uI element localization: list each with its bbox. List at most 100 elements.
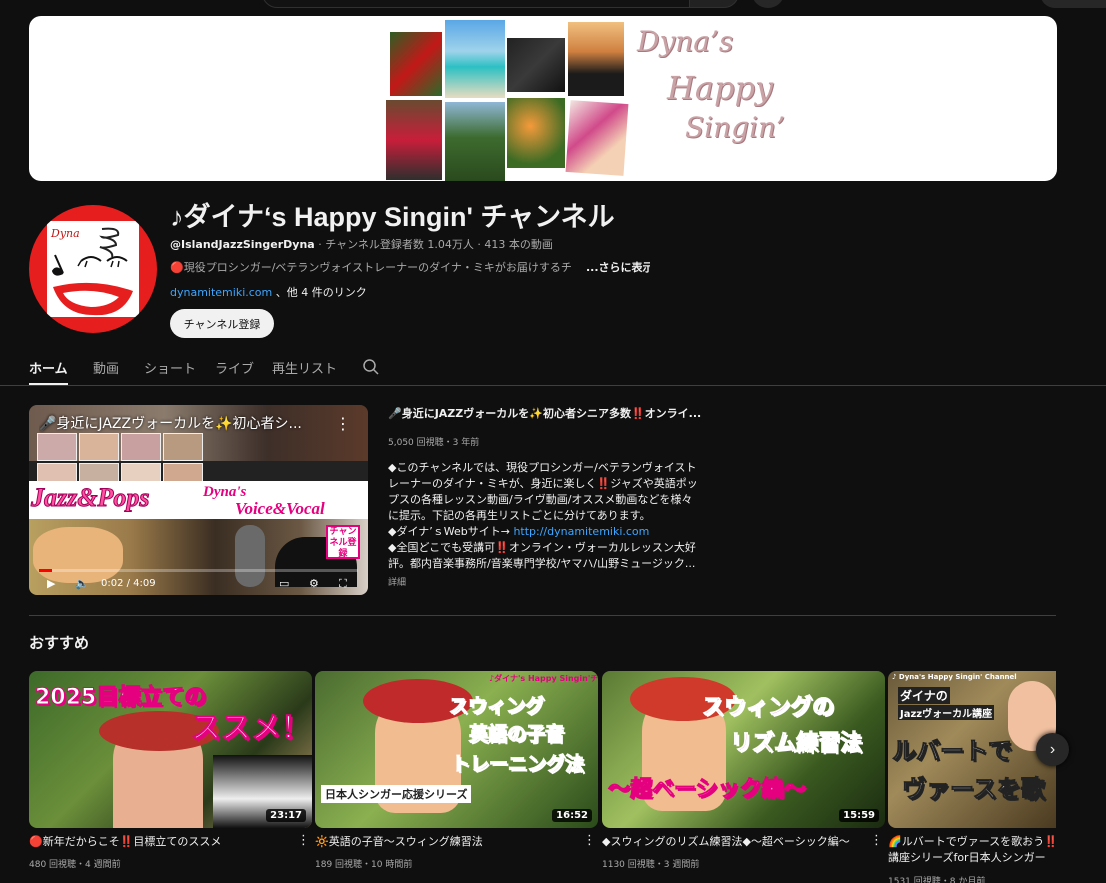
channel-tabs: ホーム 動画 ショート ライブ 再生リスト <box>0 346 1106 386</box>
voice-search-button[interactable] <box>752 0 784 8</box>
channel-banner: Dyna’s Happy Singin’ <box>29 16 1057 181</box>
search-icon[interactable] <box>362 358 380 376</box>
thumb-caption: ♪ Dyna's Happy Singin' Channel <box>892 673 1017 681</box>
video-title[interactable]: ◆スウィングのリズム練習法◆〜超ベーシック編〜 <box>602 834 867 850</box>
video-title-line: 講座シリーズfor日本人シンガー <box>888 851 1046 864</box>
show-more-link[interactable]: ...さらに表示 <box>584 259 650 275</box>
tab-videos[interactable]: 動画 <box>93 358 119 377</box>
thumb-caption: 2025目標立ての <box>34 685 207 711</box>
thumb-caption: ヴァースを歌 <box>902 775 1046 804</box>
video-thumbnail[interactable]: 2025目標立ての ススメ！ 23:17 <box>29 671 312 828</box>
player-more-icon[interactable]: ⋮ <box>335 414 351 433</box>
banner-photo <box>507 98 565 168</box>
video-thumbnail[interactable]: ♪ダイナ's Happy Singin'チャンネル スウィング 英語の子音 トレ… <box>315 671 598 828</box>
video-thumbnail[interactable]: ♪ Dyna's Happy Singin' Channel ダイナの Jazz… <box>888 671 1056 828</box>
featured-video-title[interactable]: 🎤身近にJAZZヴォーカルを✨初心者シニア多数‼️オンライ... <box>388 405 708 421</box>
featured-video-player[interactable]: 🎤身近にJAZZヴォーカルを✨初心者シ... ⋮ Jazz&Pops Dyna'… <box>29 405 368 595</box>
description-line: に提示。下記の各再生リストごとに分けてあります。 <box>388 509 651 522</box>
subscribe-button[interactable]: チャンネル登録 <box>170 309 274 338</box>
thumb-subscribe-sticker: チャンネル登録 <box>326 525 360 559</box>
video-meta: 480 回視聴・4 週間前 <box>29 860 121 870</box>
recommended-section-title[interactable]: おすすめ <box>29 632 89 653</box>
channel-avatar[interactable]: Dyna <box>29 205 157 333</box>
player-title-band: Jazz&Pops Dyna's Voice&Vocal <box>29 481 368 519</box>
thumb-caption: スウィングの <box>701 695 835 721</box>
banner-logo-line: Happy <box>667 69 774 107</box>
banner-logo-line: Singin’ <box>685 111 785 144</box>
banner-logo-line: Dyna’s <box>637 25 734 58</box>
top-bar <box>0 0 1106 10</box>
player-overlay-title[interactable]: 🎤身近にJAZZヴォーカルを✨初心者シ... <box>39 413 339 433</box>
channel-stats: · チャンネル登録者数 1.04万人 · 413 本の動画 <box>314 238 553 251</box>
avatar-text: Dyna <box>50 227 80 240</box>
thumb-caption: 日本人シンガー応援シリーズ <box>321 785 472 803</box>
video-duration: 16:52 <box>552 809 592 822</box>
video-more-icon[interactable]: ⋮ <box>870 833 883 848</box>
volume-icon[interactable]: 🔈 <box>75 577 89 590</box>
avatar-face-icon: Dyna <box>50 227 133 316</box>
thumb-photo <box>121 433 161 461</box>
play-icon[interactable]: ▶ <box>47 577 55 590</box>
video-card[interactable]: ♪ Dyna's Happy Singin' Channel ダイナの Jazz… <box>888 671 1056 883</box>
channel-title: ♪ダイナ‘s Happy Singin' チャンネル <box>170 202 615 232</box>
player-controls: ▶ 🔈 0:02 / 4:09 ▭ ⚙ ⛶ <box>29 573 368 595</box>
description-website-link[interactable]: http://dynamitemiki.com <box>513 525 649 538</box>
video-thumbnail[interactable]: スウィングの リズム練習法 〜超ベーシック編〜 15:59 <box>602 671 885 828</box>
video-title[interactable]: 🌈ルバートでヴァースを歌おう‼️ 講座シリーズfor日本人シンガー <box>888 834 1056 866</box>
tab-shorts[interactable]: ショート <box>144 358 196 377</box>
video-title[interactable]: 🔴新年だからこそ‼️目標立てのススメ <box>29 834 294 850</box>
thumb-photo <box>79 433 119 461</box>
captions-icon[interactable]: ▭ <box>279 577 289 590</box>
thumb-caption: ススメ！ <box>191 711 312 747</box>
thumb-caption: リズム練習法 <box>729 731 863 757</box>
description-line: 評。都内音楽事務所/音楽専門学校/ヤマハ/山野ミュージック... <box>388 557 696 570</box>
video-duration: 23:17 <box>266 809 306 822</box>
thumb-photo <box>37 433 77 461</box>
video-more-icon[interactable]: ⋮ <box>297 833 310 848</box>
tab-live[interactable]: ライブ <box>215 358 254 377</box>
video-title-line: 🌈ルバートでヴァースを歌おう‼️ <box>888 835 1056 848</box>
thumb-caption: ♪ダイナ's Happy Singin'チャンネル <box>489 674 598 683</box>
description-line: ◆このチャンネルでは、現役プロシンガー/ベテランヴォイスト <box>388 461 697 474</box>
banner-photo <box>390 32 442 96</box>
tab-home[interactable]: ホーム <box>29 358 68 377</box>
description-line: ◆ダイナ’ｓWebサイト→ http://dynamitemiki.com <box>388 524 708 540</box>
channel-description-text: 🔴現役プロシンガー/ベテランヴォイストレーナーのダイナ・ミキがお届けするチ <box>170 261 572 274</box>
thumb-caption: ルバートで <box>892 737 1013 766</box>
video-more-icon[interactable]: ⋮ <box>583 833 596 848</box>
video-title[interactable]: 🔆英語の子音〜スウィング練習法 <box>315 834 580 850</box>
player-progress-bar[interactable] <box>39 569 358 572</box>
tab-playlists[interactable]: 再生リスト <box>272 358 337 377</box>
channel-links: dynamitemiki.com 、他 4 件のリンク <box>170 284 367 300</box>
description-more-link[interactable]: 詳細 <box>388 575 406 588</box>
thumb-caption: Jazzヴォーカル講座 <box>898 705 995 720</box>
active-tab-indicator <box>29 383 68 385</box>
banner-photo <box>445 102 505 181</box>
featured-video-meta: 5,050 回視聴・3 年前 <box>388 438 480 448</box>
description-line: プスの各種レッスン動画/ライヴ動画/オススメ動画などを様々 <box>388 493 693 506</box>
video-meta: 1531 回視聴・8 か月前 <box>888 877 986 883</box>
thumb-caption: ダイナの <box>898 687 950 704</box>
banner-photo <box>445 20 505 98</box>
banner-logo: Dyna’s Happy Singin’ <box>633 22 793 172</box>
account-button[interactable] <box>1040 0 1106 8</box>
channel-meta: @IslandJazzSingerDyna · チャンネル登録者数 1.04万人… <box>170 236 553 252</box>
thumb-text-voice: Voice&Vocal <box>235 499 325 518</box>
section-divider <box>29 615 1056 616</box>
search-button[interactable] <box>689 0 739 8</box>
channel-description[interactable]: 🔴現役プロシンガー/ベテランヴォイストレーナーのダイナ・ミキがお届けするチ ..… <box>170 259 650 275</box>
video-meta: 189 回視聴・10 時間前 <box>315 860 413 870</box>
thumb-caption: 〜超ベーシック編〜 <box>608 777 807 803</box>
featured-video-description: ◆このチャンネルでは、現役プロシンガー/ベテランヴォイスト レーナーのダイナ・ミ… <box>388 460 708 572</box>
chevron-right-icon: › <box>1049 740 1056 758</box>
carousel-next-button[interactable]: › <box>1036 733 1069 766</box>
description-line-text: ◆ダイナ’ｓWebサイト→ <box>388 525 514 538</box>
channel-website-link[interactable]: dynamitemiki.com <box>170 286 272 299</box>
settings-gear-icon[interactable]: ⚙ <box>309 577 319 590</box>
player-progress-fill <box>39 569 52 572</box>
search-input[interactable] <box>262 0 690 8</box>
fullscreen-icon[interactable]: ⛶ <box>339 577 347 591</box>
video-meta: 1130 回視聴・3 週間前 <box>602 860 700 870</box>
avatar-logo: Dyna <box>47 221 139 317</box>
more-links-link[interactable]: 、他 4 件のリンク <box>272 286 367 299</box>
